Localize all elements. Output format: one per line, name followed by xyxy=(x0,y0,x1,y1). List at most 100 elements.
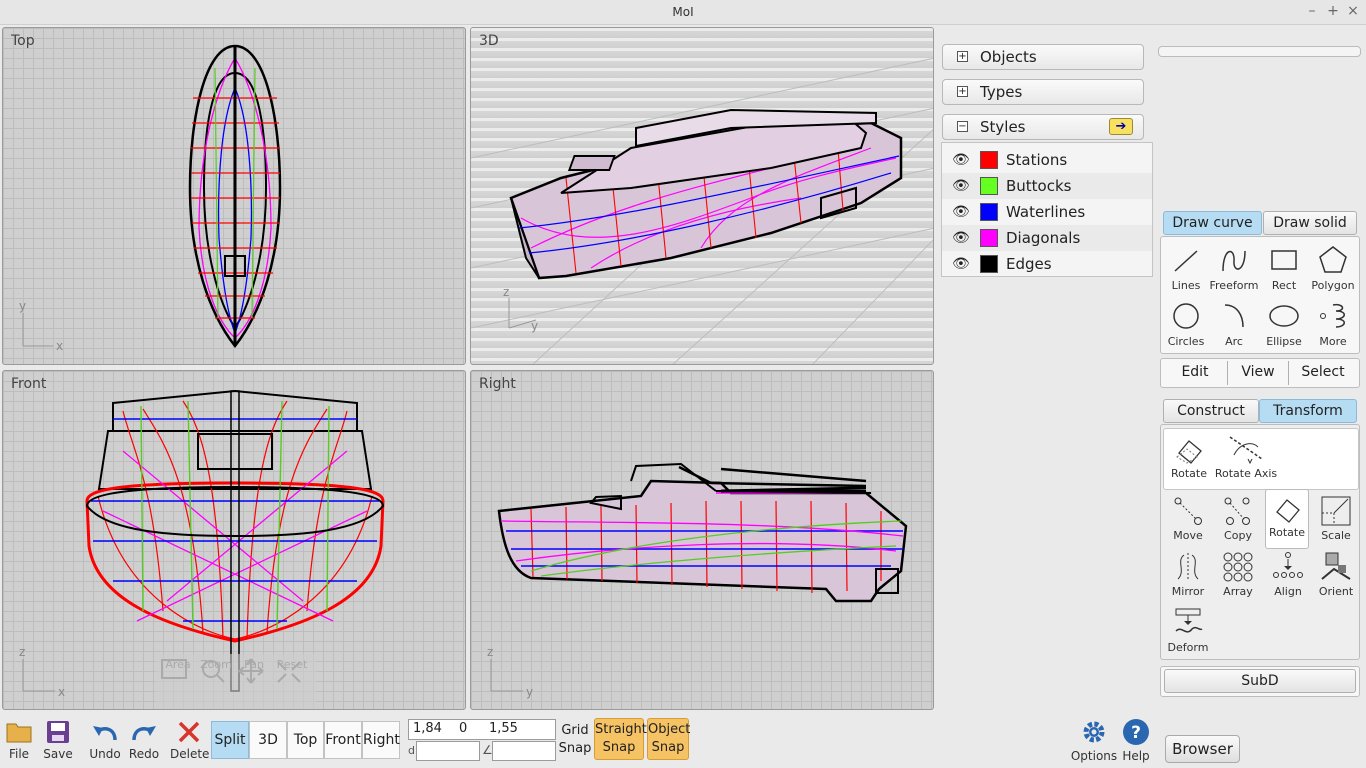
help-button[interactable]: ? Help xyxy=(1120,718,1152,763)
copy-tool[interactable]: Copy xyxy=(1213,495,1263,551)
tab-draw-solid[interactable]: Draw solid xyxy=(1263,211,1357,235)
rotate-tool[interactable]: Rotate xyxy=(1164,433,1214,489)
array-tool[interactable]: Array xyxy=(1213,551,1263,607)
style-row[interactable]: 👁 Buttocks xyxy=(942,173,1152,199)
style-row[interactable]: 👁 Edges xyxy=(942,251,1152,277)
rotate-icon xyxy=(1176,440,1202,464)
straight-snap-toggle[interactable]: Straight Snap xyxy=(594,718,647,760)
circles-tool[interactable]: Circles xyxy=(1161,299,1211,355)
coordinate-input[interactable]: 1,84 0 1,55 xyxy=(408,719,556,740)
svg-text:z: z xyxy=(19,645,25,659)
boat-side-wireframe: zy xyxy=(487,462,908,699)
folder-icon xyxy=(6,723,32,743)
area-button[interactable]: Area xyxy=(160,658,196,679)
style-swatch[interactable] xyxy=(980,151,998,169)
tab-select[interactable]: Select xyxy=(1289,361,1357,385)
view-right-button[interactable]: Right xyxy=(362,721,400,759)
lines-tool[interactable]: Lines xyxy=(1161,243,1211,299)
viewport-3d[interactable]: 3D zy xyxy=(470,27,934,365)
save-button[interactable]: Save xyxy=(42,720,74,761)
objects-panel-header[interactable]: + Objects xyxy=(942,44,1144,70)
view-front-button[interactable]: Front xyxy=(324,721,362,759)
ellipse-tool[interactable]: Ellipse xyxy=(1259,299,1309,355)
copy-icon xyxy=(1224,497,1250,525)
title-bar: MoI – + × xyxy=(0,0,1366,25)
deform-tool[interactable]: Deform xyxy=(1163,607,1213,663)
more-tool[interactable]: More xyxy=(1308,299,1358,355)
eye-icon[interactable]: 👁 xyxy=(952,230,970,246)
object-snap-toggle[interactable]: Object Snap xyxy=(647,718,690,760)
svg-text:?: ? xyxy=(1131,723,1141,743)
svg-text:y: y xyxy=(526,685,533,699)
polygon-icon xyxy=(1319,246,1347,273)
viewport-top[interactable]: Top yx xyxy=(2,27,466,365)
orient-tool[interactable]: Orient xyxy=(1311,551,1361,607)
options-button[interactable]: Options xyxy=(1070,718,1118,763)
eye-icon[interactable]: 👁 xyxy=(952,204,970,220)
styles-list: 👁 Stations 👁 Buttocks 👁 Waterlines 👁 Diagona… xyxy=(941,142,1153,277)
rotate-tool-selected[interactable]: Rotate xyxy=(1265,489,1309,549)
grid-snap-toggle[interactable]: Grid Snap xyxy=(558,722,592,758)
boat-top-wireframe: yx xyxy=(19,44,282,353)
freeform-tool[interactable]: Freeform xyxy=(1209,243,1259,299)
eye-icon[interactable]: 👁 xyxy=(952,152,970,168)
style-row[interactable]: 👁 Diagonals xyxy=(942,225,1152,251)
viewport-front[interactable]: Front zx Area Zoom Pan Reset xyxy=(2,370,466,710)
eye-icon[interactable]: 👁 xyxy=(952,178,970,194)
maximize-icon[interactable]: + xyxy=(1326,3,1340,19)
minimize-icon[interactable]: – xyxy=(1305,3,1319,19)
undo-button[interactable]: Undo xyxy=(88,720,122,761)
tab-construct[interactable]: Construct xyxy=(1163,399,1259,423)
view-top-button[interactable]: Top xyxy=(287,721,324,759)
move-icon xyxy=(1174,497,1202,525)
eye-icon[interactable]: 👁 xyxy=(952,256,970,272)
style-swatch[interactable] xyxy=(980,229,998,247)
view-split-button[interactable]: Split xyxy=(211,721,249,759)
tab-transform[interactable]: Transform xyxy=(1259,399,1357,423)
edit-view-select-bar: Edit View Select xyxy=(1160,358,1360,388)
close-icon[interactable]: × xyxy=(1346,3,1360,19)
ellipse-icon xyxy=(1269,305,1299,327)
angle-input[interactable] xyxy=(492,741,556,761)
rect-tool[interactable]: Rect xyxy=(1259,243,1309,299)
delete-button[interactable]: Delete xyxy=(170,720,209,761)
gear-icon xyxy=(1083,721,1105,743)
rotate-axis-tool[interactable]: Rotate Axis xyxy=(1214,433,1278,489)
file-button[interactable]: File xyxy=(4,720,34,761)
viewport-right[interactable]: Right zy xyxy=(470,370,934,710)
style-swatch[interactable] xyxy=(980,255,998,273)
tab-edit[interactable]: Edit xyxy=(1163,361,1227,385)
rectangle-icon xyxy=(1271,250,1297,270)
align-tool[interactable]: Align xyxy=(1263,551,1313,607)
delete-x-icon xyxy=(178,721,200,743)
distance-input[interactable] xyxy=(416,741,480,761)
boat-3d-wireframe: zy xyxy=(471,57,933,364)
distance-label: d xyxy=(408,744,415,757)
tab-draw-curve[interactable]: Draw curve xyxy=(1163,211,1262,235)
style-row[interactable]: 👁 Stations xyxy=(942,147,1152,173)
svg-text:y: y xyxy=(531,319,538,333)
polygon-tool[interactable]: Polygon xyxy=(1308,243,1358,299)
move-tool[interactable]: Move xyxy=(1163,495,1213,551)
mirror-tool[interactable]: Mirror xyxy=(1163,551,1213,607)
reset-button[interactable]: Reset xyxy=(274,658,310,683)
arc-tool[interactable]: Arc xyxy=(1209,299,1259,355)
pan-button[interactable]: Pan xyxy=(236,658,272,684)
orient-icon xyxy=(1321,552,1351,580)
mirror-icon xyxy=(1177,553,1199,581)
browser-button[interactable]: Browser xyxy=(1165,735,1240,763)
style-row[interactable]: 👁 Waterlines xyxy=(942,199,1152,225)
rotate-axis-icon xyxy=(1229,436,1263,465)
types-panel-header[interactable]: + Types xyxy=(942,79,1144,105)
styles-arrow-icon[interactable]: ➔ xyxy=(1109,118,1133,135)
subd-button[interactable]: SubD xyxy=(1164,669,1356,693)
pan-icon xyxy=(238,658,264,684)
style-swatch[interactable] xyxy=(980,177,998,195)
redo-button[interactable]: Redo xyxy=(127,720,161,761)
tab-view[interactable]: View xyxy=(1227,361,1289,385)
styles-panel-header[interactable]: − Styles ➔ xyxy=(942,114,1144,140)
zoom-button[interactable]: Zoom xyxy=(198,658,234,683)
style-swatch[interactable] xyxy=(980,203,998,221)
view-3d-button[interactable]: 3D xyxy=(249,721,287,759)
scale-tool[interactable]: Scale xyxy=(1311,495,1361,551)
